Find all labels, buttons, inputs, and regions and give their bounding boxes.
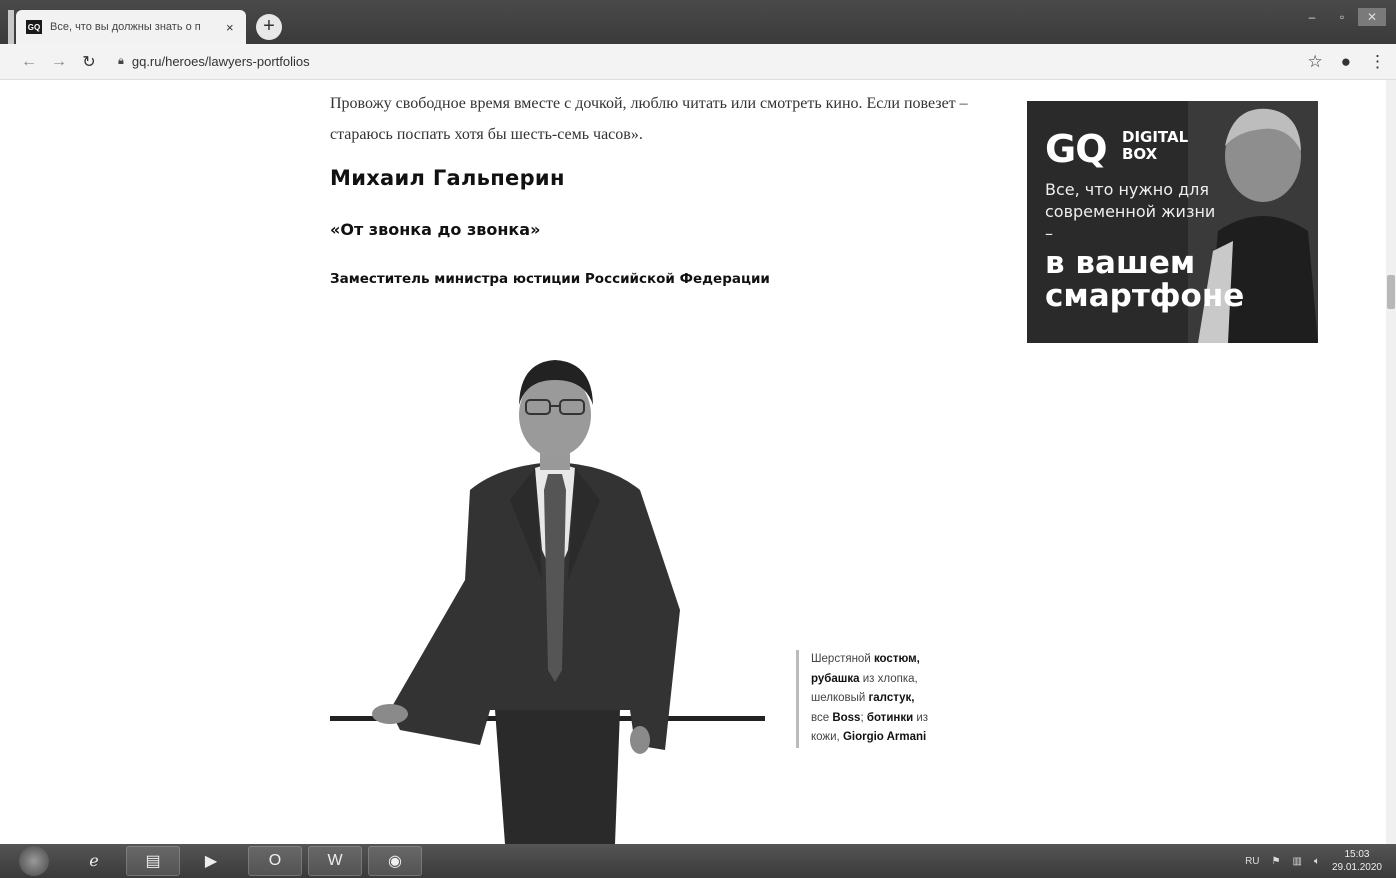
browser-tab-bar: GQ Все, что вы должны знать о п × + – ▫ … bbox=[0, 0, 1396, 44]
volume-icon[interactable]: 🔈︎ bbox=[1314, 856, 1320, 867]
ie-icon[interactable]: ℯ bbox=[72, 846, 116, 876]
box-label: BOX bbox=[1122, 145, 1158, 163]
new-tab-button[interactable]: + bbox=[256, 14, 282, 40]
caption-brand-armani: Giorgio Armani bbox=[842, 731, 927, 743]
explorer-icon[interactable]: ▤ bbox=[126, 846, 180, 876]
language-indicator[interactable]: RU bbox=[1245, 856, 1259, 867]
caption-item-shoes: ботинки bbox=[866, 711, 914, 724]
clock-date: 29.01.2020 bbox=[1331, 862, 1382, 873]
maximize-icon[interactable]: ▫ bbox=[1328, 8, 1356, 26]
clock[interactable]: 15:03 29.01.2020 bbox=[1332, 848, 1382, 874]
ad-headline: в вашем смартфоне bbox=[1045, 245, 1245, 314]
star-icon[interactable]: ☆ bbox=[1307, 52, 1322, 72]
gq-logo: GQ bbox=[1045, 127, 1107, 171]
caption-text: шелковый bbox=[811, 692, 869, 704]
caption-text: из хлопка, bbox=[859, 672, 918, 685]
scrollbar-thumb[interactable] bbox=[1387, 275, 1395, 309]
flag-icon[interactable]: ⚑ bbox=[1272, 856, 1281, 867]
caption-text: все bbox=[811, 711, 833, 724]
media-player-icon[interactable]: ▶ bbox=[186, 846, 236, 876]
account-icon[interactable]: ● bbox=[1341, 52, 1351, 72]
person-name: Михаил Гальперин bbox=[330, 166, 565, 190]
photo-caption: Шерстяной костюм, рубашка из хлопка, шел… bbox=[796, 650, 946, 748]
caption-text: кожи, bbox=[811, 731, 843, 743]
ad-tagline: Все, что нужно для современной жизни – bbox=[1045, 180, 1216, 243]
gq-digital-box-ad[interactable]: GQ DIGITAL BOX Все, что нужно для соврем… bbox=[1027, 101, 1318, 343]
system-tray: RU ⚑ ▥ 🔈︎ 15:03 29.01.2020 bbox=[1245, 848, 1382, 874]
web-page: Провожу свободное время вместе с дочкой,… bbox=[0, 80, 1396, 844]
caption-text: из bbox=[913, 711, 929, 724]
minimize-icon[interactable]: – bbox=[1298, 8, 1326, 26]
caption-text: Шерстяной bbox=[811, 653, 874, 665]
digital-box-label: DIGITAL BOX bbox=[1122, 129, 1188, 163]
tab-title: Все, что вы должны знать о п bbox=[50, 21, 201, 33]
person-position: Заместитель министра юстиции Российской … bbox=[330, 271, 770, 287]
windows-orb-icon bbox=[19, 846, 49, 876]
window-controls: – ▫ ✕ bbox=[1298, 8, 1386, 26]
caption-item-tie: галстук, bbox=[868, 692, 915, 704]
portrait-photo bbox=[330, 360, 765, 844]
tab-close-icon[interactable]: × bbox=[226, 20, 234, 35]
chrome-icon[interactable]: ◉ bbox=[368, 846, 422, 876]
gq-favicon-icon: GQ bbox=[26, 20, 42, 34]
article: Провожу свободное время вместе с дочкой,… bbox=[330, 80, 970, 287]
caption-item-suit: костюм, bbox=[873, 653, 920, 665]
start-button[interactable] bbox=[12, 846, 56, 876]
reload-icon[interactable]: ↻ bbox=[74, 52, 104, 72]
caption-item-shirt: рубашка bbox=[811, 672, 860, 685]
word-icon[interactable]: W bbox=[308, 846, 362, 876]
back-icon[interactable]: ← bbox=[14, 53, 44, 71]
tab-strip-edge bbox=[8, 10, 14, 44]
menu-icon[interactable]: ⋮ bbox=[1369, 52, 1386, 72]
forward-icon[interactable]: → bbox=[44, 53, 74, 71]
os-taskbar: ℯ ▤ ▶ O W ◉ RU ⚑ ▥ 🔈︎ 15:03 29.01.2020 bbox=[0, 844, 1396, 878]
person-quote: «От звонка до звонка» bbox=[330, 220, 541, 239]
browser-tab-active[interactable]: GQ Все, что вы должны знать о п × bbox=[16, 10, 246, 44]
digital-label: DIGITAL bbox=[1122, 128, 1189, 146]
window-close-icon[interactable]: ✕ bbox=[1358, 8, 1386, 26]
caption-brand-boss: Boss bbox=[832, 711, 861, 724]
lock-icon: 🔒︎ bbox=[118, 55, 124, 67]
outlook-icon[interactable]: O bbox=[248, 846, 302, 876]
url-field[interactable]: gq.ru/heroes/lawyers-portfolios bbox=[132, 54, 310, 69]
network-icon[interactable]: ▥ bbox=[1292, 856, 1301, 867]
article-paragraph: Провожу свободное время вместе с дочкой,… bbox=[330, 95, 968, 143]
page-scrollbar[interactable] bbox=[1386, 80, 1396, 844]
clock-time: 15:03 bbox=[1344, 849, 1370, 860]
address-bar: ← → ↻ 🔒︎ gq.ru/heroes/lawyers-portfolios… bbox=[0, 44, 1396, 80]
